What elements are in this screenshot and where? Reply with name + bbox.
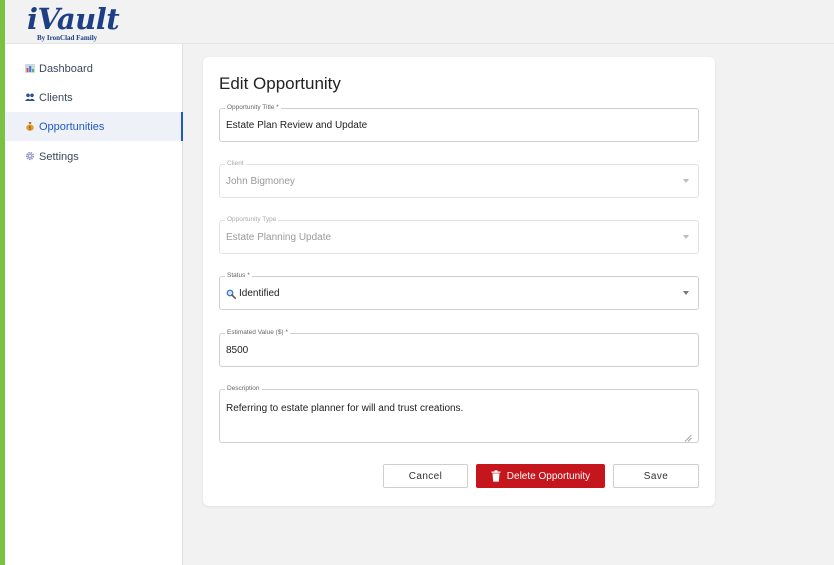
gear-icon bbox=[24, 151, 35, 162]
trash-icon bbox=[491, 470, 501, 482]
chevron-down-icon bbox=[683, 235, 689, 239]
top-bar: iVault By IronClad Family bbox=[5, 0, 834, 44]
sidebar-item-opportunities[interactable]: $ Opportunities bbox=[5, 112, 183, 141]
logo-text: iVault bbox=[27, 2, 120, 36]
bar-chart-icon bbox=[24, 63, 35, 74]
status-select[interactable]: Status * Identified bbox=[219, 271, 699, 310]
estimated-value-label: Estimated Value ($) * bbox=[225, 328, 290, 338]
description-value: Referring to estate planner for will and… bbox=[226, 403, 464, 414]
sidebar-item-label: Settings bbox=[39, 150, 79, 163]
status-value: Identified bbox=[239, 288, 280, 299]
client-value: John Bigmoney bbox=[226, 176, 295, 187]
resize-handle-icon[interactable] bbox=[684, 429, 692, 442]
edit-opportunity-card: Edit Opportunity Opportunity Title * Est… bbox=[203, 57, 715, 506]
opportunity-type-select: Opportunity Type Estate Planning Update bbox=[219, 215, 699, 254]
sidebar-item-settings[interactable]: Settings bbox=[5, 142, 183, 171]
save-button[interactable]: Save bbox=[613, 464, 699, 488]
chevron-down-icon bbox=[683, 179, 689, 183]
sidebar-item-label: Dashboard bbox=[39, 62, 93, 75]
delete-button-label: Delete Opportunity bbox=[506, 470, 591, 482]
magnifier-icon bbox=[226, 289, 236, 299]
money-bag-icon: $ bbox=[24, 121, 35, 132]
opportunity-title-field[interactable]: Opportunity Title * Estate Plan Review a… bbox=[219, 103, 699, 142]
page-title: Edit Opportunity bbox=[219, 74, 341, 93]
opportunity-title-label: Opportunity Title * bbox=[225, 103, 281, 113]
delete-opportunity-button[interactable]: Delete Opportunity bbox=[476, 464, 605, 488]
sidebar-item-dashboard[interactable]: Dashboard bbox=[5, 54, 183, 83]
cancel-button[interactable]: Cancel bbox=[383, 464, 468, 488]
sidebar-item-clients[interactable]: Clients bbox=[5, 83, 183, 112]
description-label: Description bbox=[225, 384, 262, 394]
estimated-value-value: 8500 bbox=[226, 345, 249, 356]
estimated-value-field[interactable]: Estimated Value ($) * 8500 bbox=[219, 328, 699, 367]
client-select: Client John Bigmoney bbox=[219, 159, 699, 198]
status-label: Status * bbox=[225, 271, 252, 281]
sidebar-item-label: Clients bbox=[39, 91, 73, 104]
chevron-down-icon[interactable] bbox=[683, 291, 689, 295]
status-value-wrap: Identified bbox=[226, 288, 280, 299]
logo[interactable]: iVault By IronClad Family bbox=[25, 2, 125, 44]
client-label: Client bbox=[225, 159, 246, 169]
opportunity-type-label: Opportunity Type bbox=[225, 215, 279, 225]
opportunity-type-value: Estate Planning Update bbox=[226, 232, 332, 243]
logo-tagline: By IronClad Family bbox=[37, 34, 98, 42]
people-icon bbox=[24, 92, 35, 103]
sidebar: Dashboard Clients $ Opportunities Settin… bbox=[5, 44, 183, 565]
sidebar-item-label: Opportunities bbox=[39, 120, 105, 133]
opportunity-title-value: Estate Plan Review and Update bbox=[226, 120, 368, 131]
description-textarea[interactable]: Description Referring to estate planner … bbox=[219, 384, 699, 443]
svg-text:$: $ bbox=[28, 126, 31, 131]
